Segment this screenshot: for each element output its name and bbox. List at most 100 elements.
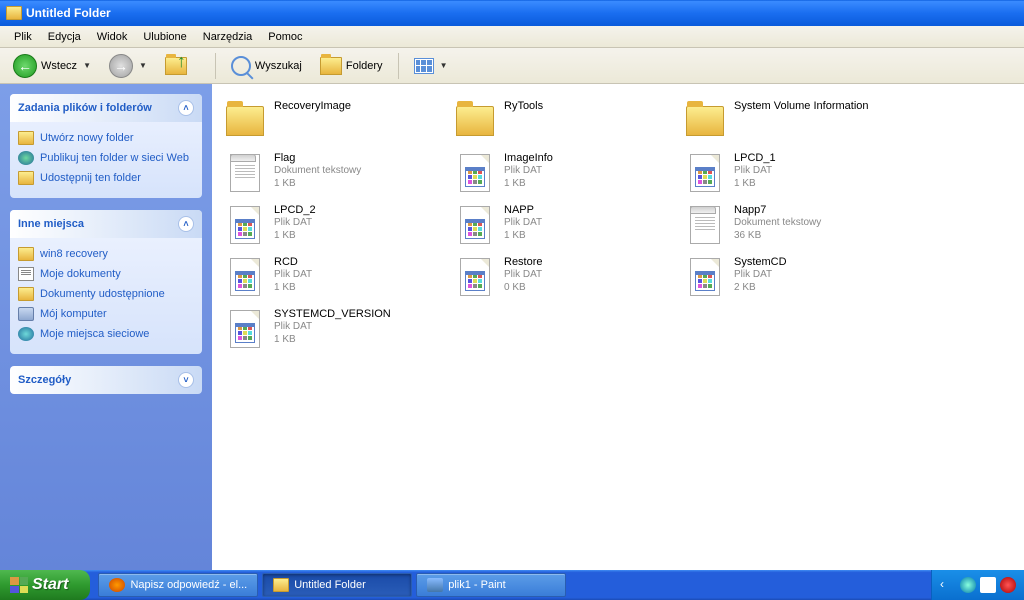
globe-icon bbox=[18, 151, 34, 165]
folder-icon bbox=[18, 287, 34, 301]
file-size: 2 KB bbox=[734, 281, 787, 294]
label: win8 recovery bbox=[40, 248, 108, 260]
file-name: System Volume Information bbox=[734, 100, 869, 112]
tray-arrow-icon[interactable]: ‹ bbox=[940, 577, 956, 593]
taskbar: Start Napisz odpowiedź - el... Untitled F… bbox=[0, 570, 1024, 600]
folder-icon bbox=[6, 6, 22, 20]
label: Moje dokumenty bbox=[40, 268, 121, 280]
label: Mój komputer bbox=[40, 308, 107, 320]
file-item[interactable]: LPCD_2Plik DAT1 KB bbox=[222, 202, 442, 248]
place-item[interactable]: Moje dokumenty bbox=[18, 264, 194, 284]
file-item[interactable]: ImageInfoPlik DAT1 KB bbox=[452, 150, 672, 196]
file-item[interactable]: System Volume Information bbox=[682, 98, 902, 144]
task-label: plik1 - Paint bbox=[448, 579, 505, 591]
file-name: NAPP bbox=[504, 204, 542, 216]
menu-favorites[interactable]: Ulubione bbox=[135, 28, 194, 46]
tray-shield-icon[interactable] bbox=[1000, 577, 1016, 593]
file-item[interactable]: RyTools bbox=[452, 98, 672, 144]
file-name: Flag bbox=[274, 152, 361, 164]
file-kind: Plik DAT bbox=[504, 164, 553, 177]
sidebar: Zadania plików i folderów ˄ Utwórz nowy … bbox=[0, 84, 212, 570]
folders-button[interactable]: Foldery bbox=[313, 53, 390, 79]
menu-view[interactable]: Widok bbox=[89, 28, 136, 46]
taskbar-button[interactable]: Napisz odpowiedź - el... bbox=[98, 573, 258, 597]
file-name: SYSTEMCD_VERSION bbox=[274, 308, 391, 320]
taskbar-button[interactable]: plik1 - Paint bbox=[416, 573, 566, 597]
place-item[interactable]: Dokumenty udostępnione bbox=[18, 284, 194, 304]
menu-edit[interactable]: Edycja bbox=[40, 28, 89, 46]
file-size: 1 KB bbox=[274, 281, 312, 294]
file-item[interactable]: FlagDokument tekstowy1 KB bbox=[222, 150, 442, 196]
dat-file-icon bbox=[460, 154, 490, 192]
start-button[interactable]: Start bbox=[0, 570, 90, 600]
back-button[interactable]: ← Wstecz ▼ bbox=[6, 50, 98, 82]
menu-file[interactable]: Plik bbox=[6, 28, 40, 46]
firefox-icon bbox=[109, 578, 125, 592]
tray-network-icon[interactable] bbox=[960, 577, 976, 593]
file-size: 1 KB bbox=[274, 177, 361, 190]
up-button[interactable]: ↑ bbox=[158, 51, 207, 80]
file-item[interactable]: NAPPPlik DAT1 KB bbox=[452, 202, 672, 248]
views-button[interactable]: ▼ bbox=[407, 54, 455, 78]
caret-icon: ▼ bbox=[139, 61, 147, 70]
titlebar: Untitled Folder bbox=[0, 0, 1024, 26]
file-name: RecoveryImage bbox=[274, 100, 351, 112]
file-name: SystemCD bbox=[734, 256, 787, 268]
task-publish[interactable]: Publikuj ten folder w sieci Web bbox=[18, 148, 194, 168]
tasks-title: Zadania plików i folderów bbox=[18, 102, 152, 114]
tray-volume-icon[interactable] bbox=[980, 577, 996, 593]
search-icon bbox=[231, 56, 251, 76]
tasks-panel-header[interactable]: Zadania plików i folderów ˄ bbox=[10, 94, 202, 122]
file-item[interactable]: SYSTEMCD_VERSIONPlik DAT1 KB bbox=[222, 306, 442, 352]
file-item[interactable]: SystemCDPlik DAT2 KB bbox=[682, 254, 902, 300]
task-label: Napisz odpowiedź - el... bbox=[130, 579, 247, 591]
file-item[interactable]: RecoveryImage bbox=[222, 98, 442, 144]
places-panel: Inne miejsca ˄ win8 recovery Moje dokumen… bbox=[10, 210, 202, 354]
net-icon bbox=[18, 327, 34, 341]
place-item[interactable]: Mój komputer bbox=[18, 304, 194, 324]
file-item[interactable]: LPCD_1Plik DAT1 KB bbox=[682, 150, 902, 196]
folder-icon bbox=[686, 106, 724, 136]
details-panel: Szczegóły ˅ bbox=[10, 366, 202, 394]
file-name: Napp7 bbox=[734, 204, 821, 216]
chevron-up-icon: ˄ bbox=[178, 100, 194, 116]
file-kind: Dokument tekstowy bbox=[734, 216, 821, 229]
file-item[interactable]: RCDPlik DAT1 KB bbox=[222, 254, 442, 300]
file-item[interactable]: RestorePlik DAT0 KB bbox=[452, 254, 672, 300]
places-panel-header[interactable]: Inne miejsca ˄ bbox=[10, 210, 202, 238]
file-size: 0 KB bbox=[504, 281, 543, 294]
label: Udostępnij ten folder bbox=[40, 172, 141, 184]
doc-icon bbox=[18, 267, 34, 281]
system-tray[interactable]: ‹ bbox=[931, 570, 1024, 600]
chevron-down-icon: ˅ bbox=[178, 372, 194, 388]
task-share[interactable]: Udostępnij ten folder bbox=[18, 168, 194, 188]
places-title: Inne miejsca bbox=[18, 218, 84, 230]
dat-file-icon bbox=[230, 310, 260, 348]
file-size: 1 KB bbox=[504, 177, 553, 190]
forward-icon: → bbox=[109, 54, 133, 78]
taskbar-button[interactable]: Untitled Folder bbox=[262, 573, 412, 597]
place-item[interactable]: win8 recovery bbox=[18, 244, 194, 264]
file-name: RCD bbox=[274, 256, 312, 268]
views-icon bbox=[414, 58, 434, 74]
menu-tools[interactable]: Narzędzia bbox=[195, 28, 261, 46]
file-item[interactable]: Napp7Dokument tekstowy36 KB bbox=[682, 202, 902, 248]
text-file-icon bbox=[690, 206, 720, 244]
label: Publikuj ten folder w sieci Web bbox=[40, 152, 189, 164]
files-pane[interactable]: RecoveryImage RyTools System Volume Inform… bbox=[212, 84, 1024, 570]
text-file-icon bbox=[230, 154, 260, 192]
place-item[interactable]: Moje miejsca sieciowe bbox=[18, 324, 194, 344]
windows-logo-icon bbox=[10, 577, 28, 593]
forward-button[interactable]: → ▼ bbox=[102, 50, 154, 82]
search-button[interactable]: Wyszukaj bbox=[224, 52, 309, 80]
task-new-folder[interactable]: Utwórz nowy folder bbox=[18, 128, 194, 148]
label: Moje miejsca sieciowe bbox=[40, 328, 149, 340]
menu-help[interactable]: Pomoc bbox=[260, 28, 310, 46]
folder-icon bbox=[18, 247, 34, 261]
details-title: Szczegóły bbox=[18, 374, 71, 386]
file-kind: Plik DAT bbox=[504, 268, 543, 281]
label: Dokumenty udostępnione bbox=[40, 288, 165, 300]
details-panel-header[interactable]: Szczegóły ˅ bbox=[10, 366, 202, 394]
file-name: ImageInfo bbox=[504, 152, 553, 164]
folder-icon bbox=[226, 106, 264, 136]
